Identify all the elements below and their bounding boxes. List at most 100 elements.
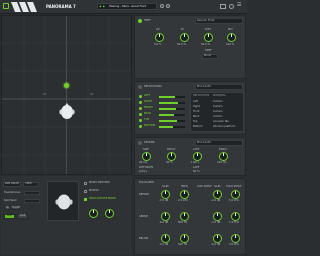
eq-behind-gain2-knob[interactable] (213, 190, 222, 199)
hrtf-el-knob[interactable] (180, 33, 189, 42)
list-item[interactable]: Top (193, 120, 197, 124)
band-front-toggle[interactable] (139, 107, 142, 110)
eq-behind-freq-knob[interactable] (180, 190, 189, 199)
list-item[interactable]: Right (193, 105, 200, 109)
list-header-reflection: REFLECTION (193, 94, 210, 97)
reverb-title: REVERB (144, 141, 155, 144)
band-right-slider[interactable] (159, 102, 185, 104)
band-bottom-label: BOTTOM (144, 124, 156, 127)
front-button[interactable]: FRONT (12, 206, 20, 210)
hrtf-az-value: 0.0 % (154, 43, 162, 46)
eq-value: -3.5 dB (159, 199, 169, 202)
eq-value: 2.0 kHz (178, 199, 188, 202)
reverb-preset-dropdown[interactable]: Mini booth (195, 140, 243, 146)
preset-prev-button[interactable]: ◀ (99, 5, 101, 9)
eq-shelf-high-label: HIGH SHELF (226, 185, 242, 188)
list-item[interactable]: Left (193, 100, 198, 104)
eq-below-freq-knob[interactable] (180, 234, 189, 243)
reverb-size-knob[interactable] (142, 152, 151, 161)
hrtf-sub-dropdown[interactable]: Mono (202, 54, 218, 59)
reverb-decay-knob[interactable] (167, 152, 176, 161)
source-position-handle[interactable] (64, 83, 69, 88)
hrtf-mode-dropdown[interactable]: Generic Front (195, 18, 243, 24)
preset-browser[interactable]: ◀ ▶ Hearing - Hemi...anical Front (97, 3, 157, 10)
rotate-knob[interactable] (89, 209, 98, 218)
eq-behind-freq2-knob[interactable] (231, 190, 240, 199)
spkhead-field[interactable] (24, 199, 40, 203)
settings-icon[interactable] (229, 4, 234, 9)
eq-row-above-label: ABOVE (139, 215, 148, 218)
brand-title: PANORAMA 7 (46, 4, 76, 9)
eq-gain2-label: GAIN (214, 185, 221, 188)
band-back-slider[interactable] (159, 114, 185, 116)
reflections-preset-dropdown[interactable]: Mini booth (195, 84, 243, 90)
band-back-toggle[interactable] (139, 113, 142, 116)
list-item[interactable]: Curtain (213, 105, 223, 109)
list-item[interactable]: Front (193, 110, 200, 114)
redo-icon[interactable] (166, 4, 170, 8)
hrtf-mix-knob[interactable] (227, 33, 236, 42)
panner-display[interactable]: -90 90 (1, 15, 132, 175)
list-item[interactable]: Back (193, 115, 199, 119)
bi-button[interactable]: BI (4, 206, 11, 210)
eq-row-behind-label: BEHIND (139, 193, 150, 196)
head-rotate-checkbox[interactable] (84, 198, 87, 201)
eq-value: 5.0 kHz (229, 199, 239, 202)
eq-behind-gain-knob[interactable] (161, 190, 170, 199)
eq-below-freq2-knob[interactable] (231, 234, 240, 243)
list-item[interactable]: Bottom (193, 125, 203, 129)
hrtf-az-label: AZ (156, 28, 160, 31)
logo-icon (11, 2, 37, 12)
hrtf-dist-knob[interactable] (204, 33, 213, 42)
list-item[interactable]: Curtain (213, 110, 223, 114)
eq-below-gain-knob[interactable] (161, 234, 170, 243)
reverb-enable-toggle[interactable] (138, 141, 142, 145)
mid-button[interactable]: MID (4, 214, 15, 219)
reflections-enable-toggle[interactable] (138, 85, 142, 89)
band-bottom-slider[interactable] (159, 126, 185, 128)
reverb-size-value: 40 ms (139, 161, 148, 164)
hrtf-dist-value: 50.0 % (201, 43, 211, 46)
band-bottom-toggle[interactable] (139, 125, 142, 128)
reverb-late-knob[interactable] (193, 152, 202, 161)
tilt-knob[interactable] (105, 209, 114, 218)
eq-value: -2.0 dB (211, 199, 221, 202)
view-dropdown[interactable]: VIEW (23, 182, 39, 187)
hrtf-mix-value: 100 % (226, 43, 235, 46)
mono-preview-checkbox[interactable] (84, 182, 87, 185)
side-button[interactable]: SIDE (17, 214, 28, 219)
eq-above-freq-knob[interactable] (180, 212, 189, 221)
hrtf-az-knob[interactable] (155, 33, 164, 42)
undo-icon[interactable] (160, 4, 164, 8)
list-item[interactable]: Curtain (213, 115, 223, 119)
pan-space-dropdown[interactable]: PAN SPACE (3, 182, 21, 187)
list-item[interactable]: Wooden platform (213, 125, 235, 129)
band-top-slider[interactable] (159, 120, 185, 122)
preset-next-button[interactable]: ▶ (103, 5, 105, 9)
reverb-panel: REVERB Mini booth SIZE 40 ms DECAY 40 % … (134, 137, 246, 176)
panner-grid (2, 16, 131, 174)
eq-above-freq2-knob[interactable] (231, 212, 240, 221)
band-left-toggle[interactable] (139, 95, 142, 98)
reverb-early-knob[interactable] (219, 152, 228, 161)
band-left-slider[interactable] (159, 96, 185, 98)
bypass-checkbox[interactable] (84, 190, 87, 193)
band-left-label: LEFT (144, 94, 151, 97)
eq-above-gain2-knob[interactable] (213, 212, 222, 221)
head-preview (47, 181, 79, 221)
hrtf-el-label: EL (181, 28, 185, 31)
band-front-slider[interactable] (159, 108, 185, 110)
eq-value: 1.5 kHz (229, 221, 239, 224)
eq-above-gain-knob[interactable] (161, 212, 170, 221)
headphones-field[interactable] (24, 191, 40, 195)
band-top-toggle[interactable] (139, 119, 142, 122)
list-item[interactable]: Acoustic tile (213, 120, 229, 124)
reverb-decay-value: 40 % (166, 161, 173, 164)
eq-below-gain2-knob[interactable] (213, 234, 222, 243)
power-icon[interactable] (3, 3, 9, 9)
band-right-toggle[interactable] (139, 101, 142, 104)
ab-compare-button[interactable] (220, 4, 226, 9)
list-item[interactable]: Curtain (213, 100, 223, 104)
hrtf-enable-toggle[interactable] (138, 19, 142, 23)
menu-icon[interactable]: ☰ (237, 3, 241, 8)
